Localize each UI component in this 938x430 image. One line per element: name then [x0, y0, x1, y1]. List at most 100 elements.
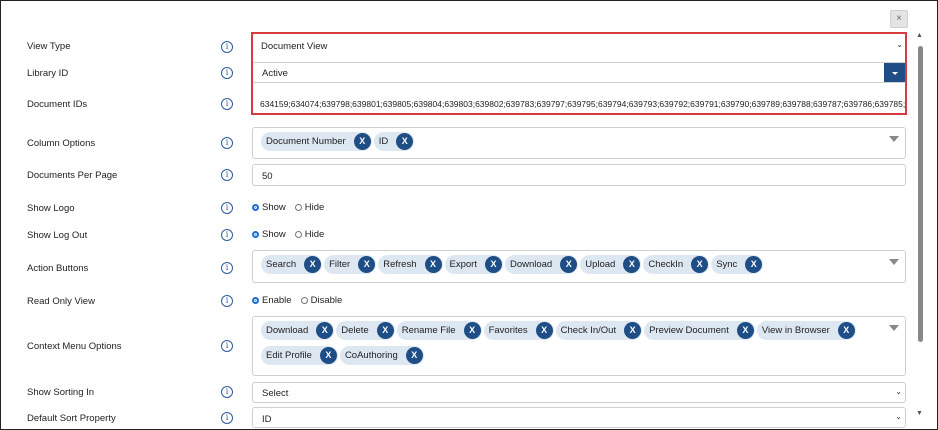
info-icon[interactable]: i [221, 137, 233, 149]
action-buttons-row: Action Buttons i Search X Filter X Refresh X E… [1, 250, 913, 283]
column-options-row: Column Options i Document Number X ID X [1, 127, 913, 159]
default-sort-property-select[interactable]: ID ⌄ [252, 407, 906, 428]
info-icon[interactable]: i [221, 229, 233, 241]
dropdown-triangle-icon[interactable] [889, 259, 899, 265]
chevron-down-icon: ⌄ [895, 387, 902, 396]
remove-chip-icon[interactable]: X [304, 256, 322, 273]
radio-option[interactable]: Show [252, 202, 286, 213]
chip-label: Export [449, 259, 477, 270]
context-menu-option-chip: Delete X [336, 321, 395, 340]
info-icon[interactable]: i [221, 295, 233, 307]
context-menu-options-multiselect[interactable]: Download X Delete X Rename File X Favorites X Ch… [252, 316, 906, 376]
radio-label: Enable [262, 295, 292, 306]
read-only-view-row: Read Only View i Enable Disable [1, 294, 913, 308]
vertical-scrollbar[interactable]: ▲ ▼ [916, 32, 925, 428]
remove-chip-icon[interactable]: X [560, 256, 578, 273]
info-icon[interactable]: i [221, 169, 233, 181]
chip-label: Edit Profile [266, 350, 312, 361]
remove-chip-icon[interactable]: X [691, 256, 709, 273]
info-icon[interactable]: i [221, 412, 233, 424]
library-id-select[interactable]: Active [252, 62, 906, 83]
action-button-chip: Download X [504, 255, 579, 274]
info-icon[interactable]: i [221, 41, 233, 53]
radio-option[interactable]: Disable [300, 295, 342, 306]
chip-label: ID [378, 136, 389, 147]
close-button[interactable]: × [890, 10, 908, 28]
chip-label: Refresh [383, 259, 417, 270]
remove-chip-icon[interactable]: X [405, 347, 423, 364]
show-sorting-in-select[interactable]: Select ⌄ [252, 382, 906, 403]
documents-per-page-input[interactable]: 50 [252, 164, 906, 186]
scroll-up-arrow-icon[interactable]: ▲ [916, 32, 923, 39]
radio-button[interactable] [300, 297, 308, 304]
chip-label: Sync [716, 259, 738, 270]
document-ids-row: Document IDs i 634159;634074;639798;6398… [1, 93, 913, 115]
context-menu-option-chip: Favorites X [483, 321, 554, 340]
remove-chip-icon[interactable]: X [837, 322, 855, 339]
remove-chip-icon[interactable]: X [736, 322, 754, 339]
context-menu-option-chip: View in Browser X [756, 321, 856, 340]
column-option-chip: ID X [373, 132, 415, 151]
remove-chip-icon[interactable]: X [424, 256, 442, 273]
radio-option[interactable]: Enable [252, 295, 292, 306]
radio-button[interactable] [294, 231, 302, 238]
remove-chip-icon[interactable]: X [484, 256, 502, 273]
info-icon[interactable]: i [221, 262, 233, 274]
documents-per-page-row: Documents Per Page i 50 [1, 164, 913, 186]
radio-button[interactable] [252, 231, 259, 238]
scroll-down-arrow-icon[interactable]: ▼ [916, 410, 923, 417]
remove-chip-icon[interactable]: X [316, 322, 334, 339]
remove-chip-icon[interactable]: X [353, 133, 371, 150]
chip-label: Rename File [401, 325, 456, 336]
chip-label: Upload [585, 259, 616, 270]
chip-list: Search X Filter X Refresh X Export X Download X Up… [261, 255, 879, 274]
modal-dialog: × View Type i Document View ⌄ Library ID… [0, 0, 938, 430]
info-icon[interactable]: i [221, 98, 233, 110]
info-icon[interactable]: i [221, 202, 233, 214]
chip-label: Check In/Out [560, 325, 617, 336]
library-id-row: Library ID i Active [1, 62, 913, 84]
dropdown-triangle-icon[interactable] [889, 325, 899, 331]
radio-option[interactable]: Show [252, 229, 286, 240]
context-menu-option-chip: Check In/Out X [555, 321, 643, 340]
column-options-multiselect[interactable]: Document Number X ID X [252, 127, 906, 159]
scrollbar-thumb[interactable] [918, 46, 923, 342]
info-icon[interactable]: i [221, 386, 233, 398]
dropdown-caret-icon[interactable] [884, 63, 905, 82]
radio-button[interactable] [252, 204, 259, 211]
chip-label: Filter [329, 259, 351, 270]
remove-chip-icon[interactable]: X [624, 322, 642, 339]
action-buttons-multiselect[interactable]: Search X Filter X Refresh X Export X Download X Up… [252, 250, 906, 283]
info-icon[interactable]: i [221, 340, 233, 352]
radio-label: Show [262, 229, 286, 240]
show-sorting-in-label: Show Sorting In [27, 387, 95, 398]
documents-per-page-label: Documents Per Page [27, 170, 118, 181]
document-ids-input[interactable]: 634159;634074;639798;639801;639805;63980… [252, 93, 906, 114]
remove-chip-icon[interactable]: X [535, 322, 553, 339]
chip-label: View in Browser [761, 325, 830, 336]
radio-option[interactable]: Hide [294, 229, 325, 240]
default-sort-property-label: Default Sort Property [27, 413, 116, 424]
remove-chip-icon[interactable]: X [396, 133, 414, 150]
dropdown-triangle-icon[interactable] [889, 136, 899, 142]
chip-label: Download [266, 325, 309, 336]
document-ids-label: Document IDs [27, 99, 88, 110]
remove-chip-icon[interactable]: X [376, 322, 394, 339]
remove-chip-icon[interactable]: X [623, 256, 641, 273]
view-type-select[interactable]: Document View ⌄ [252, 37, 906, 56]
chip-label: Search [266, 259, 297, 270]
context-menu-option-chip: CoAuthoring X [339, 346, 424, 365]
show-logo-row: Show Logo i Show Hide [1, 201, 913, 215]
chip-label: Preview Document [649, 325, 729, 336]
remove-chip-icon[interactable]: X [358, 256, 376, 273]
remove-chip-icon[interactable]: X [745, 256, 763, 273]
remove-chip-icon[interactable]: X [463, 322, 481, 339]
info-icon[interactable]: i [221, 67, 233, 79]
action-button-chip: Upload X [580, 255, 642, 274]
radio-button[interactable] [252, 297, 259, 304]
radio-label: Hide [304, 229, 325, 240]
context-menu-option-chip: Download X [261, 321, 335, 340]
radio-option[interactable]: Hide [294, 202, 324, 213]
radio-button[interactable] [294, 204, 302, 211]
remove-chip-icon[interactable]: X [319, 347, 337, 364]
